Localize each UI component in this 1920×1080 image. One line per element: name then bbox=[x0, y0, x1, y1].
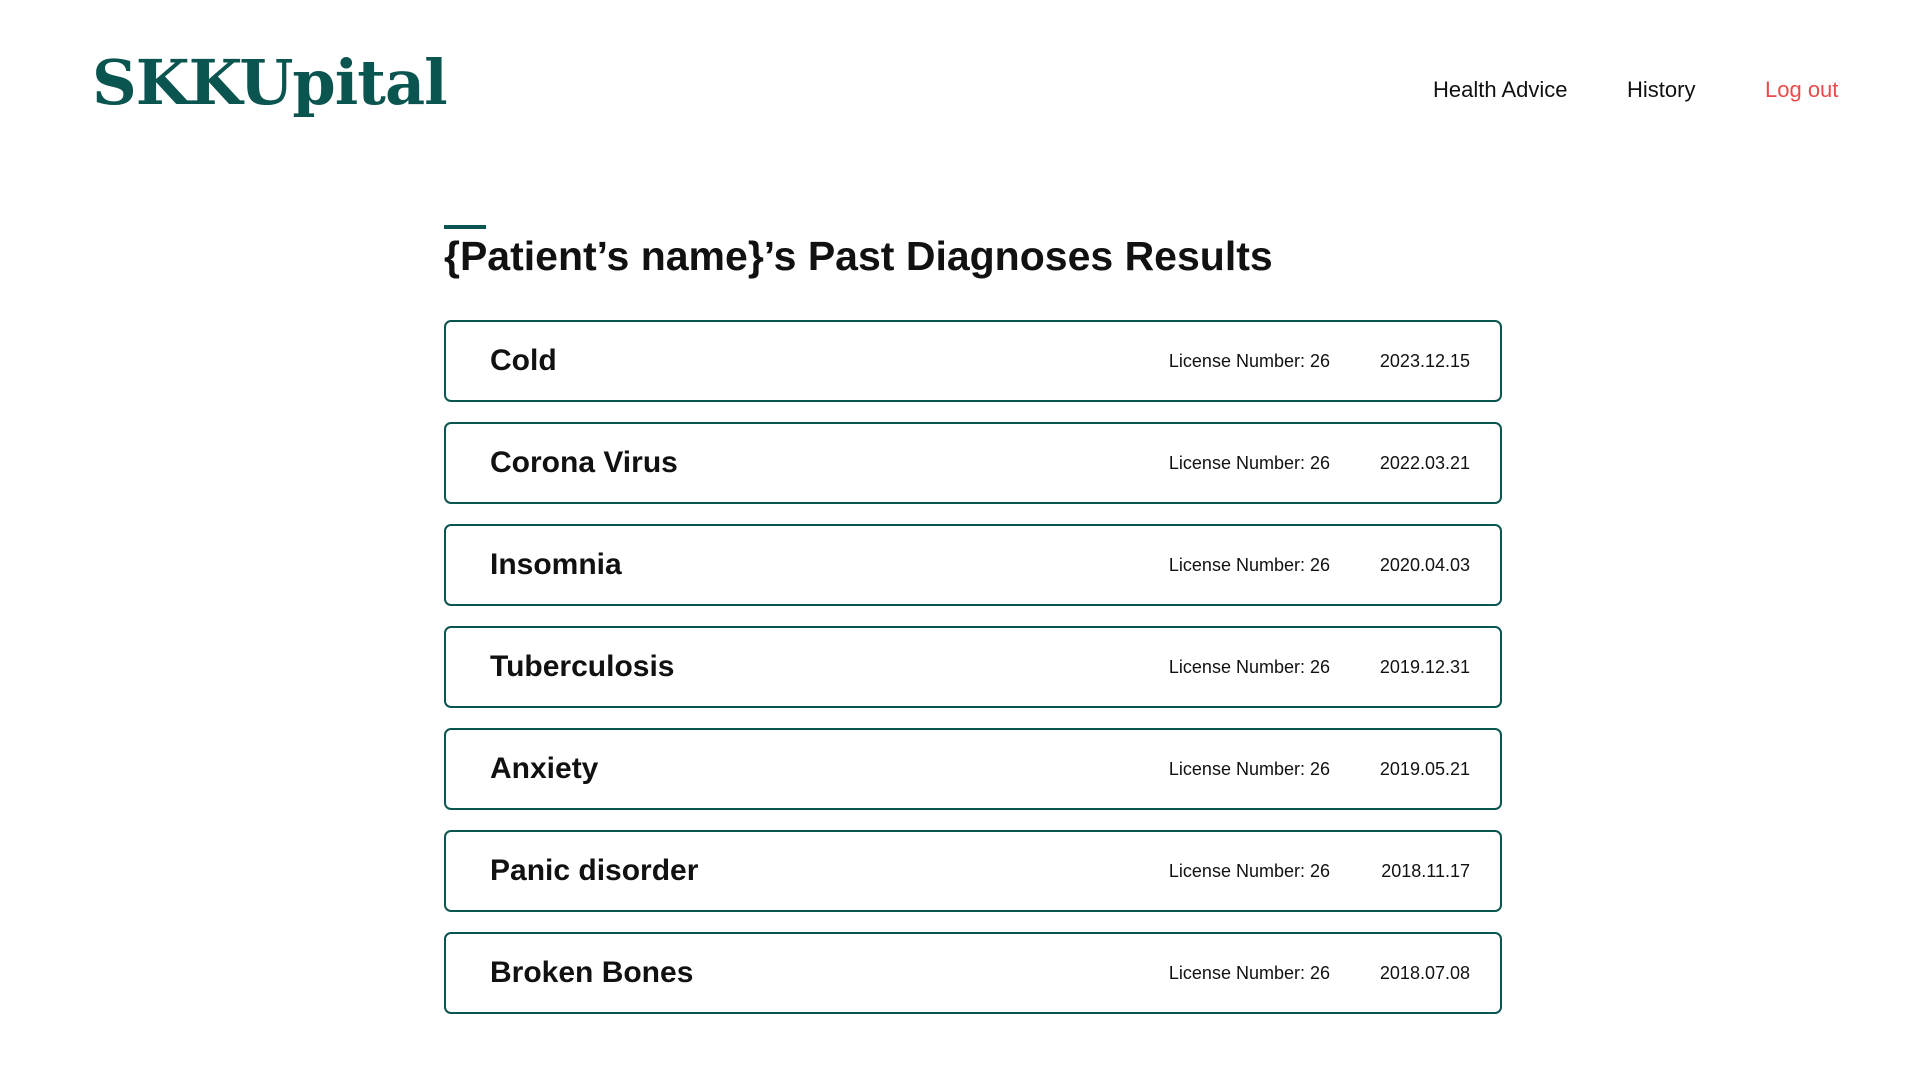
diagnosis-date: 2018.07.08 bbox=[1379, 963, 1470, 983]
diagnosis-name: Anxiety bbox=[490, 752, 599, 785]
site-logo[interactable]: SKKUpital bbox=[92, 44, 448, 122]
diagnosis-name: Cold bbox=[490, 344, 557, 377]
diagnosis-list: Cold License Number: 26 2023.12.15 Coron… bbox=[444, 320, 1502, 1034]
diagnosis-date: 2018.11.17 bbox=[1381, 861, 1470, 881]
diagnosis-date: 2022.03.21 bbox=[1379, 453, 1470, 473]
license-number: License Number: 26 bbox=[1168, 555, 1330, 575]
diagnosis-date: 2019.12.31 bbox=[1379, 657, 1470, 677]
license-number: License Number: 26 bbox=[1168, 453, 1330, 473]
diagnosis-name: Broken Bones bbox=[490, 956, 694, 989]
license-number: License Number: 26 bbox=[1168, 861, 1330, 881]
diagnosis-name: Corona Virus bbox=[490, 446, 678, 479]
diagnosis-name: Insomnia bbox=[490, 548, 622, 581]
license-number: License Number: 26 bbox=[1168, 657, 1330, 677]
diagnosis-card[interactable]: Cold License Number: 26 2023.12.15 bbox=[444, 320, 1502, 402]
license-number: License Number: 26 bbox=[1168, 351, 1330, 371]
diagnosis-name: Panic disorder bbox=[490, 854, 699, 887]
diagnosis-card[interactable]: Corona Virus License Number: 26 2022.03.… bbox=[444, 422, 1502, 504]
diagnosis-card[interactable]: Broken Bones License Number: 26 2018.07.… bbox=[444, 932, 1502, 1014]
diagnosis-card[interactable]: Panic disorder License Number: 26 2018.1… bbox=[444, 830, 1502, 912]
diagnosis-card[interactable]: Tuberculosis License Number: 26 2019.12.… bbox=[444, 626, 1502, 708]
diagnosis-date: 2019.05.21 bbox=[1379, 759, 1470, 779]
page-title: {Patient’s name}’s Past Diagnoses Result… bbox=[444, 233, 1273, 279]
nav-health-advice[interactable]: Health Advice bbox=[1433, 72, 1568, 108]
diagnosis-card[interactable]: Anxiety License Number: 26 2019.05.21 bbox=[444, 728, 1502, 810]
nav-logout[interactable]: Log out bbox=[1765, 72, 1838, 108]
diagnosis-date: 2020.04.03 bbox=[1379, 555, 1470, 575]
license-number: License Number: 26 bbox=[1168, 759, 1330, 779]
diagnosis-date: 2023.12.15 bbox=[1379, 351, 1470, 371]
nav-history[interactable]: History bbox=[1627, 72, 1695, 108]
diagnosis-card[interactable]: Insomnia License Number: 26 2020.04.03 bbox=[444, 524, 1502, 606]
diagnosis-name: Tuberculosis bbox=[490, 650, 675, 683]
title-accent-bar bbox=[444, 225, 486, 229]
license-number: License Number: 26 bbox=[1168, 963, 1330, 983]
